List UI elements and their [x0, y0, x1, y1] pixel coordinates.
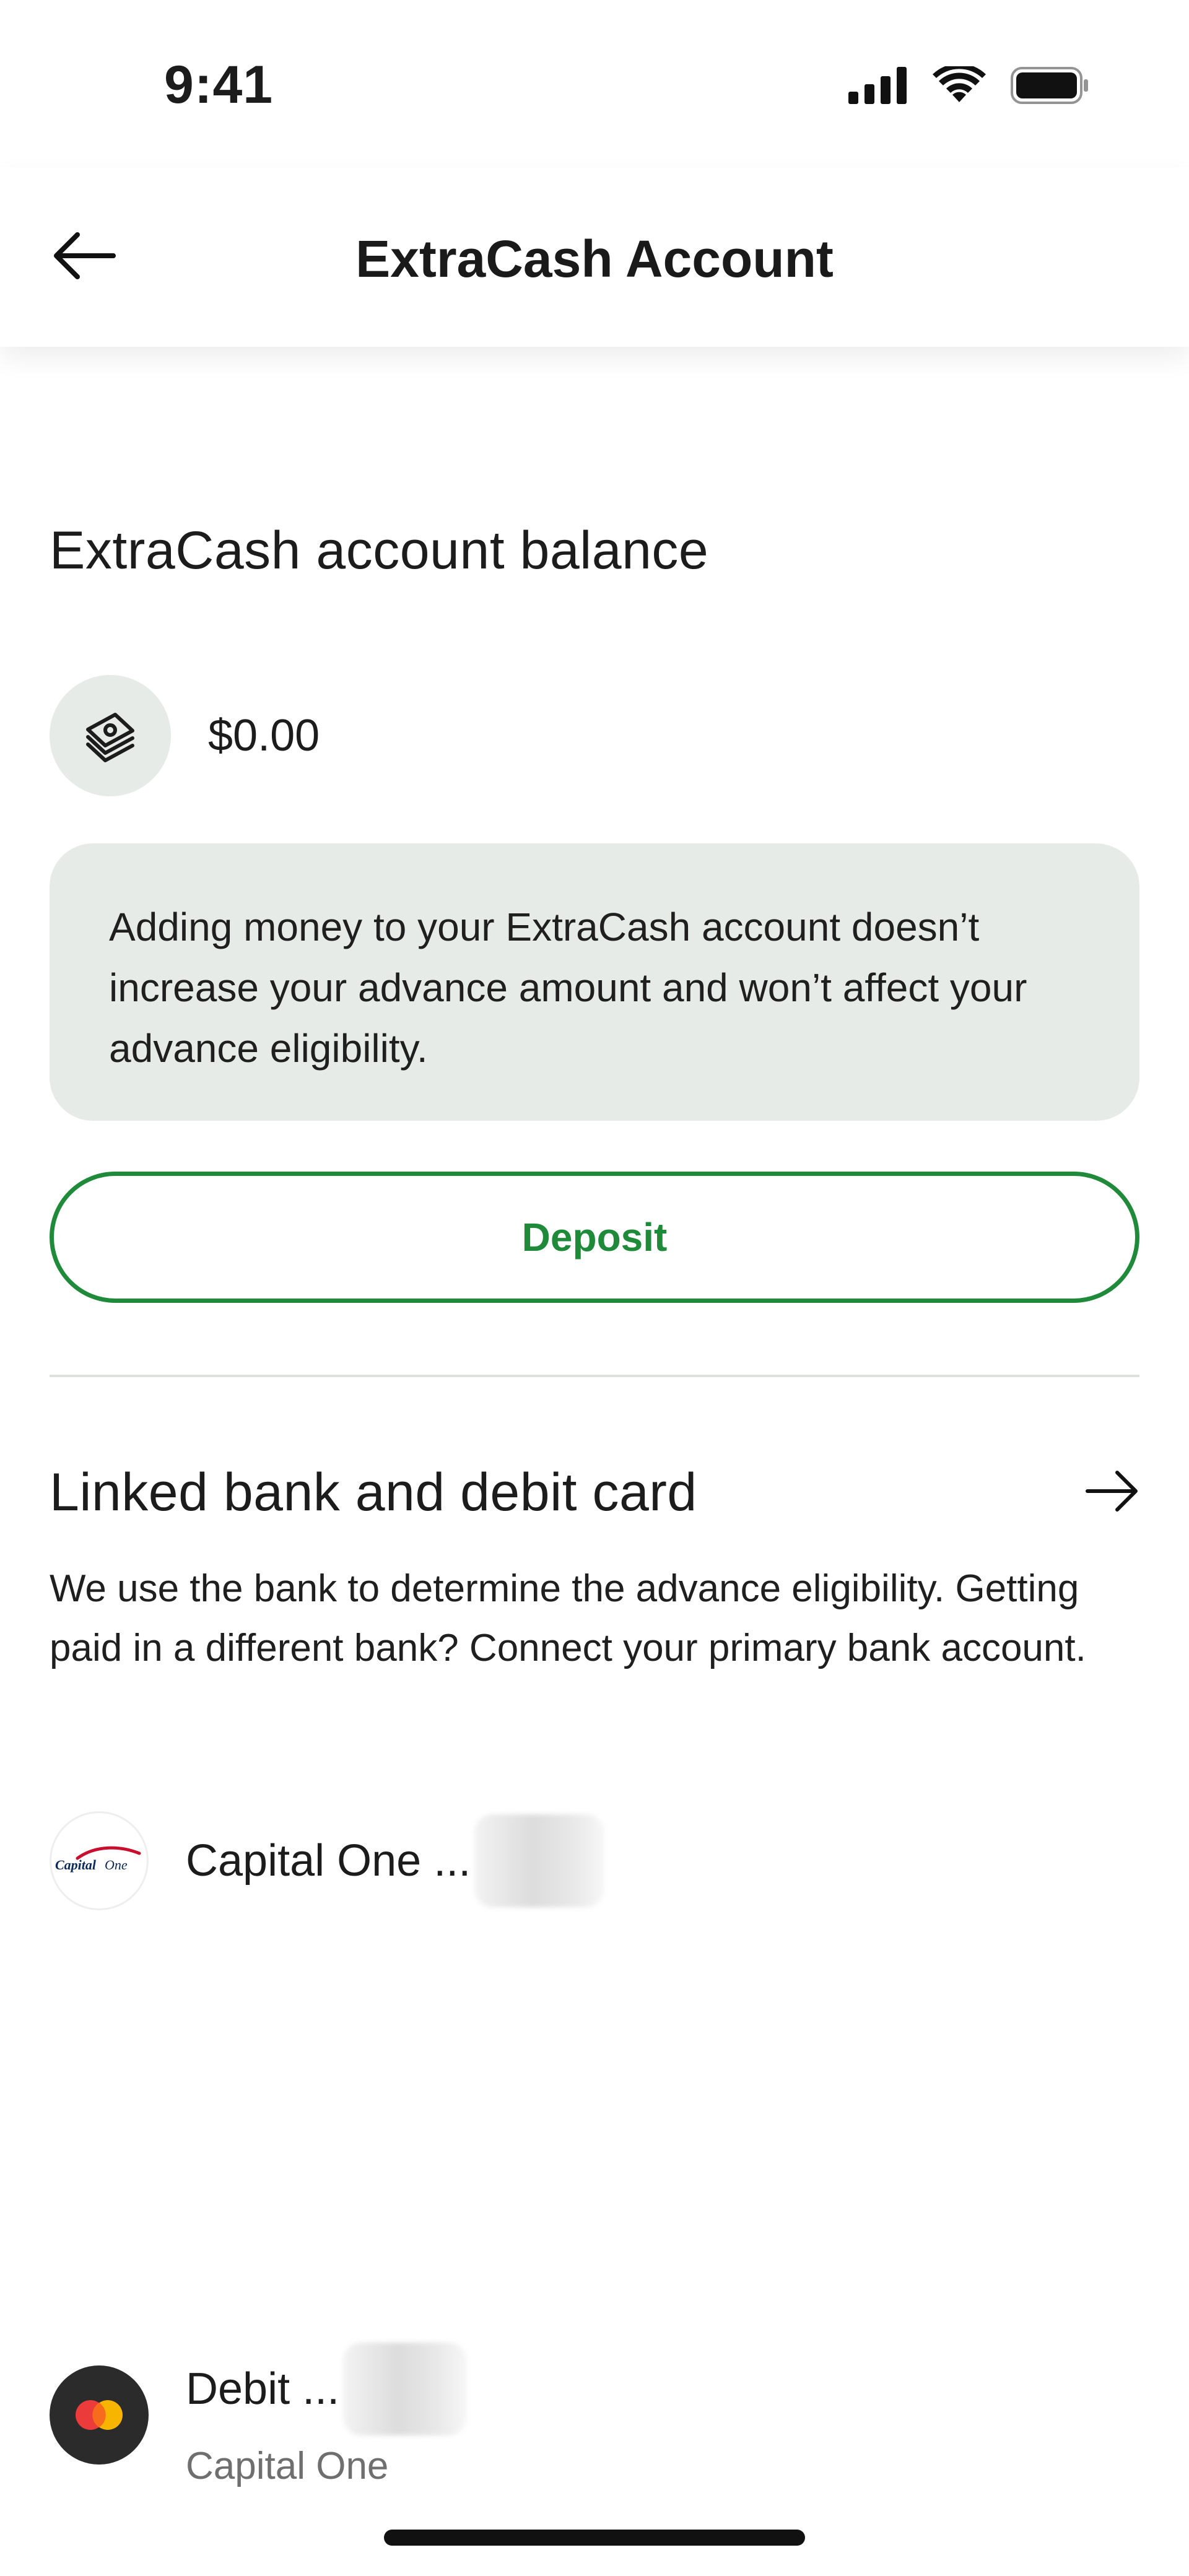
- bank-account-text: Capital One ...: [186, 1814, 605, 1907]
- balance-row: $0.00: [50, 674, 320, 798]
- debit-card-text: Debit ... Capital One: [186, 2342, 468, 2488]
- navigation-bar: ExtraCash Account: [0, 167, 1189, 347]
- money-icon-circle: [50, 675, 171, 796]
- debit-card-row[interactable]: Debit ... Capital One: [50, 2341, 1139, 2489]
- linked-accounts-header[interactable]: Linked bank and debit card: [50, 1455, 1139, 1530]
- info-card-text: Adding money to your ExtraCash account d…: [109, 905, 1027, 1071]
- masked-card-number: [343, 2342, 468, 2435]
- status-time: 9:41: [164, 55, 274, 115]
- svg-text:Capital: Capital: [55, 1857, 97, 1873]
- mastercard-icon: [50, 2365, 149, 2465]
- bank-account-name: Capital One ...: [186, 1836, 471, 1886]
- bank-account-name-line: Capital One ...: [186, 1814, 605, 1907]
- deposit-button[interactable]: Deposit: [50, 1172, 1139, 1303]
- wifi-icon: [933, 63, 986, 108]
- home-indicator: [384, 2530, 805, 2546]
- page-title: ExtraCash Account: [355, 230, 834, 288]
- debit-card-name: Debit ...: [186, 2364, 340, 2414]
- balance-amount: $0.00: [208, 711, 320, 760]
- money-stack-icon: [82, 706, 139, 766]
- section-divider: [50, 1375, 1139, 1377]
- linked-description: We use the bank to determine the advance…: [50, 1567, 1086, 1669]
- bank-account-row[interactable]: Capital One Capital One ...: [50, 1802, 1139, 1920]
- status-bar: 9:41: [0, 0, 1189, 167]
- svg-text:One: One: [105, 1857, 128, 1873]
- extracash-account-screen: 9:41 ExtraCash Account ExtraCash account…: [0, 0, 1189, 2576]
- capital-one-logo-icon: Capital One: [50, 1811, 149, 1910]
- balance-section-title: ExtraCash account balance: [50, 521, 709, 580]
- status-icons: [848, 63, 1090, 108]
- linked-section-title: Linked bank and debit card: [50, 1462, 697, 1522]
- info-card: Adding money to your ExtraCash account d…: [50, 843, 1139, 1121]
- debit-card-name-line: Debit ...: [186, 2342, 468, 2435]
- masked-account-number: [474, 1814, 605, 1907]
- cellular-signal-icon: [848, 66, 908, 107]
- arrow-right-icon: [1085, 1469, 1139, 1516]
- debit-card-bank: Capital One: [186, 2444, 389, 2487]
- battery-icon: [1011, 66, 1090, 107]
